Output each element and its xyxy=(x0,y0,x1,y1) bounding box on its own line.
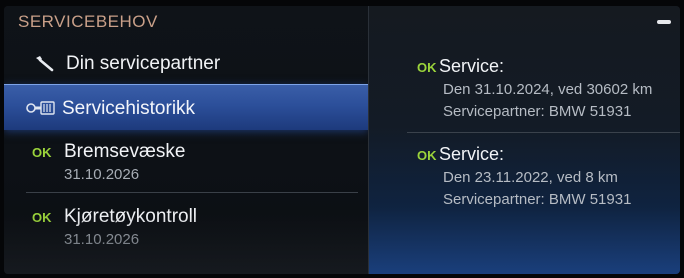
status-ok-badge: OK xyxy=(417,60,437,75)
wrench-icon xyxy=(34,55,56,78)
menu-item-label: Kjøretøykontroll xyxy=(64,206,198,227)
status-ok-badge: OK xyxy=(417,148,437,163)
service-date-mileage: Den 23.11.2022, ved 8 km xyxy=(443,169,618,186)
service-history-pane: OK Service: Den 31.10.2024, ved 30602 km… xyxy=(368,6,680,274)
menu-item-vehicle-inspection[interactable]: OK Kjøretøykontroll 31.10.2026 xyxy=(4,198,368,258)
service-key-icon xyxy=(26,100,56,121)
service-partner: Servicepartner: BMW 51931 xyxy=(443,103,632,120)
menu-item-date: 31.10.2026 xyxy=(64,166,140,183)
status-ok-badge: OK xyxy=(32,210,52,225)
list-divider xyxy=(407,132,680,133)
menu-item-brake-fluid[interactable]: OK Bremsevæske 31.10.2026 xyxy=(4,134,368,194)
menu-item-service-history[interactable]: Servicehistorikk xyxy=(4,84,368,130)
service-date-mileage: Den 31.10.2024, ved 30602 km xyxy=(443,81,653,98)
menu-item-service-partner[interactable]: Din servicepartner xyxy=(4,42,368,86)
service-title: Service: xyxy=(439,56,505,76)
service-menu-pane: SERVICEBEHOV Din servicepartner Serviceh… xyxy=(4,6,368,274)
menu-item-label: Bremsevæske xyxy=(64,141,186,162)
page-title: SERVICEBEHOV xyxy=(18,12,158,31)
list-divider xyxy=(26,192,358,193)
service-title: Service: xyxy=(439,144,505,164)
menu-item-label: Servicehistorikk xyxy=(62,98,196,119)
menu-item-date: 31.10.2026 xyxy=(64,231,140,248)
idrive-screen: SERVICEBEHOV Din servicepartner Serviceh… xyxy=(4,6,680,274)
status-ok-badge: OK xyxy=(32,145,52,160)
service-partner: Servicepartner: BMW 51931 xyxy=(443,191,632,208)
minus-icon[interactable] xyxy=(657,20,671,24)
menu-item-label: Din servicepartner xyxy=(66,53,221,74)
